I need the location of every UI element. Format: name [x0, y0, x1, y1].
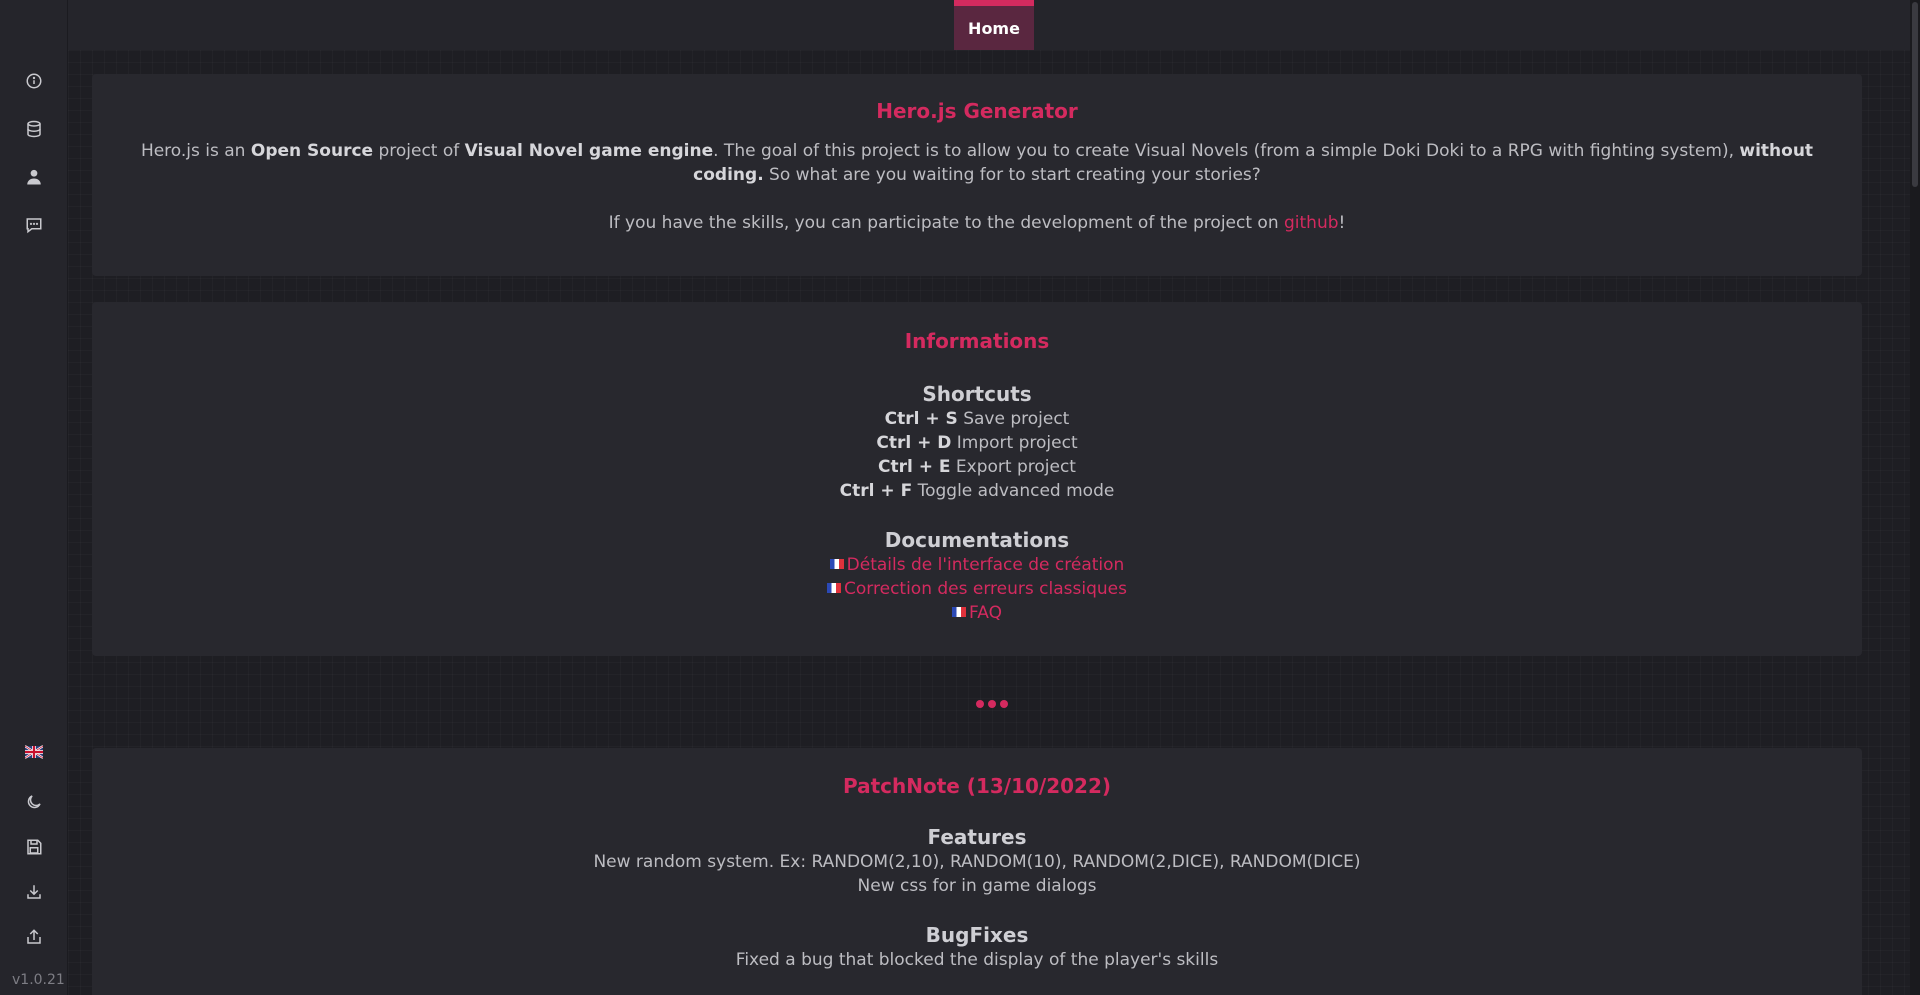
info-card: Informations Shortcuts Ctrl + S Save pro…: [92, 302, 1862, 656]
shortcuts-heading: Shortcuts: [922, 382, 1032, 406]
upload-icon[interactable]: [20, 923, 48, 951]
doc-item: FAQ: [92, 601, 1862, 625]
features-heading: Features: [927, 825, 1027, 849]
doc-link-errors[interactable]: Correction des erreurs classiques: [844, 579, 1127, 599]
scrollbar[interactable]: [1910, 0, 1920, 995]
github-paragraph: If you have the skills, you can particip…: [92, 211, 1862, 235]
fr-flag-icon: [827, 583, 842, 593]
moon-icon[interactable]: [20, 788, 48, 816]
shortcut-label: Export project: [950, 457, 1076, 477]
doc-link-faq[interactable]: FAQ: [969, 603, 1002, 623]
bugfix-item: Fixed a bug that blocked the display of …: [735, 950, 1219, 970]
shortcut-keys: Ctrl + S: [884, 409, 958, 429]
main-content: Hero.js Generator Hero.js is an Open Sou…: [68, 50, 1920, 995]
shortcut-row: Ctrl + F Toggle advanced mode: [92, 479, 1862, 503]
info-title: Informations: [904, 329, 1050, 353]
shortcut-keys: Ctrl + D: [876, 433, 952, 453]
shortcut-label: Save project: [957, 409, 1070, 429]
uk-flag-icon[interactable]: [20, 738, 48, 766]
shortcut-keys: Ctrl + E: [878, 457, 951, 477]
feature-item: New css for in game dialogs: [857, 876, 1097, 896]
github-link[interactable]: github: [1284, 213, 1339, 233]
chat-icon[interactable]: [20, 211, 48, 239]
shortcut-keys: Ctrl + F: [839, 481, 913, 501]
patch-title: PatchNote (13/10/2022): [842, 774, 1112, 798]
shortcut-row: Ctrl + E Export project: [92, 455, 1862, 479]
intro-bold-open-source: Open Source: [250, 141, 374, 161]
save-icon[interactable]: [20, 833, 48, 861]
version-label: v1.0.21: [12, 972, 65, 988]
shortcut-label: Toggle advanced mode: [912, 481, 1115, 501]
top-bar: Home: [68, 0, 1920, 50]
intro-text: Hero.js is an: [140, 141, 251, 161]
database-icon[interactable]: [20, 115, 48, 143]
fr-flag-icon: [952, 607, 967, 617]
intro-text: So what are you waiting for to start cre…: [763, 165, 1261, 185]
docs-heading: Documentations: [884, 528, 1070, 552]
shortcut-row: Ctrl + D Import project: [92, 431, 1862, 455]
feature-item: New random system. Ex: RANDOM(2,10), RAN…: [593, 852, 1361, 872]
info-icon[interactable]: [20, 67, 48, 95]
intro-text: project of: [373, 141, 465, 161]
intro-bold-engine: Visual Novel game engine: [464, 141, 714, 161]
more-dots-icon[interactable]: [976, 700, 1008, 708]
intro-text: . The goal of this project is to allow y…: [713, 141, 1740, 161]
tab-home[interactable]: Home: [954, 0, 1034, 50]
github-text-end: !: [1338, 213, 1346, 233]
shortcut-row: Ctrl + S Save project: [92, 407, 1862, 431]
patch-card: PatchNote (13/10/2022) Features New rand…: [92, 748, 1862, 995]
download-icon[interactable]: [20, 878, 48, 906]
doc-link-interface[interactable]: Détails de l'interface de création: [847, 555, 1125, 575]
intro-paragraph: Hero.js is an Open Source project of Vis…: [92, 139, 1862, 187]
intro-card: Hero.js Generator Hero.js is an Open Sou…: [92, 74, 1862, 276]
intro-title: Hero.js Generator: [876, 99, 1078, 123]
fr-flag-icon: [829, 559, 844, 569]
doc-item: Correction des erreurs classiques: [92, 577, 1862, 601]
sidebar: v1.0.21: [0, 0, 68, 995]
user-icon[interactable]: [20, 163, 48, 191]
github-text: If you have the skills, you can particip…: [608, 213, 1284, 233]
scrollbar-thumb[interactable]: [1912, 2, 1918, 187]
bugfixes-heading: BugFixes: [925, 923, 1029, 947]
doc-item: Détails de l'interface de création: [92, 553, 1862, 577]
shortcut-label: Import project: [951, 433, 1078, 453]
